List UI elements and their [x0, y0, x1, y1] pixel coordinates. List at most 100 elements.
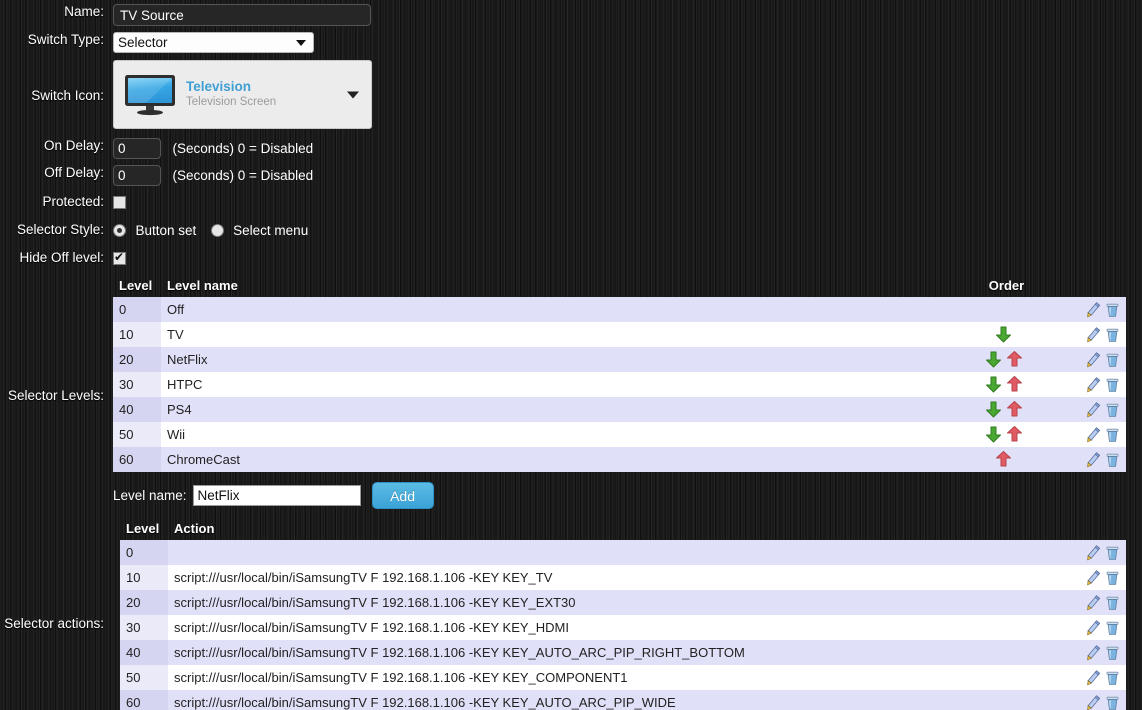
arrow-up-icon[interactable] [995, 451, 1012, 468]
pencil-icon[interactable] [1086, 452, 1101, 468]
pencil-icon[interactable] [1086, 670, 1101, 686]
levels-table-row: 50 Wii [113, 422, 1126, 447]
actions-table-row: 20 script:///usr/local/bin/iSamsungTV F 1… [120, 590, 1126, 615]
pencil-icon[interactable] [1086, 645, 1101, 661]
trash-icon[interactable] [1105, 327, 1120, 343]
pencil-icon[interactable] [1086, 352, 1101, 368]
action-row-actions [1058, 615, 1126, 640]
arrow-up-icon[interactable] [1006, 351, 1023, 368]
pencil-icon[interactable] [1086, 620, 1101, 636]
chevron-down-icon [347, 91, 359, 98]
pencil-icon[interactable] [1086, 327, 1101, 343]
pencil-icon[interactable] [1086, 427, 1101, 443]
pencil-icon[interactable] [1086, 377, 1101, 393]
trash-icon[interactable] [1105, 352, 1120, 368]
trash-icon[interactable] [1105, 695, 1120, 710]
action-level-value: 60 [120, 690, 168, 710]
trash-icon[interactable] [1105, 620, 1120, 636]
arrow-down-icon[interactable] [985, 426, 1002, 443]
level-value: 50 [113, 422, 161, 447]
level-order-controls [951, 422, 1056, 447]
level-order-controls [951, 447, 1056, 472]
switch-icon-picker[interactable]: Television Television Screen [113, 60, 372, 129]
actions-header-row: Level Action [120, 521, 1126, 540]
trash-icon[interactable] [1105, 452, 1120, 468]
action-row-actions [1058, 690, 1126, 710]
arrow-down-icon[interactable] [995, 326, 1012, 343]
actions-table: Level Action 0 10 script:///usr/local/bin/… [120, 521, 1126, 710]
actions-table-row: 10 script:///usr/local/bin/iSamsungTV F 1… [120, 565, 1126, 590]
name-input[interactable] [113, 4, 371, 26]
level-value: 40 [113, 397, 161, 422]
levels-header-order: Order [988, 278, 1025, 293]
level-order-controls [951, 347, 1056, 372]
trash-icon[interactable] [1105, 595, 1120, 611]
protected-label: Protected: [42, 194, 104, 209]
section-selector-actions: Selector actions: Level Action 0 10 script… [0, 509, 1142, 710]
section-selector-levels: Selector Levels: Level Level name Order … [0, 268, 1142, 509]
switch-icon-label: Switch Icon: [31, 88, 104, 103]
trash-icon[interactable] [1105, 402, 1120, 418]
action-command: script:///usr/local/bin/iSamsungTV F 192… [168, 690, 1058, 710]
pencil-icon[interactable] [1086, 302, 1101, 318]
add-level-row: Level name: Add [113, 482, 1142, 509]
arrow-up-icon[interactable] [1006, 426, 1023, 443]
arrow-down-icon[interactable] [985, 376, 1002, 393]
levels-table-row: 30 HTPC [113, 372, 1126, 397]
action-command: script:///usr/local/bin/iSamsungTV F 192… [168, 665, 1058, 690]
chevron-down-icon [296, 39, 306, 46]
trash-icon[interactable] [1105, 302, 1120, 318]
level-row-actions [1056, 322, 1126, 347]
action-level-value: 30 [120, 615, 168, 640]
add-level-input[interactable] [192, 485, 361, 506]
selector-actions-label: Selector actions: [4, 616, 104, 631]
pencil-icon[interactable] [1086, 595, 1101, 611]
off-delay-input[interactable] [113, 165, 161, 186]
trash-icon[interactable] [1105, 377, 1120, 393]
arrow-down-icon[interactable] [985, 351, 1002, 368]
radio-button-set[interactable] [113, 224, 126, 238]
icon-texts: Television Television Screen [186, 79, 276, 110]
field-row-name: Name: [0, 0, 1142, 26]
switch-type-select[interactable]: Selector [113, 32, 314, 53]
trash-icon[interactable] [1105, 545, 1120, 561]
add-level-button[interactable]: Add [371, 482, 434, 509]
actions-table-row: 60 script:///usr/local/bin/iSamsungTV F 1… [120, 690, 1126, 710]
levels-header-row: Level Level name Order [113, 278, 1126, 297]
pencil-icon[interactable] [1086, 570, 1101, 586]
add-level-caption: Level name: [113, 488, 187, 503]
trash-icon[interactable] [1105, 427, 1120, 443]
pencil-icon[interactable] [1086, 545, 1101, 561]
levels-header-level: Level [119, 278, 153, 293]
arrow-up-icon[interactable] [1006, 401, 1023, 418]
level-value: 10 [113, 322, 161, 347]
hide-off-level-checkbox[interactable] [113, 250, 126, 266]
trash-icon[interactable] [1105, 645, 1120, 661]
radio-select-menu[interactable] [210, 224, 224, 238]
level-order-controls [951, 297, 1056, 322]
trash-icon[interactable] [1105, 570, 1120, 586]
level-row-actions [1056, 447, 1126, 472]
action-level-value: 50 [120, 665, 168, 690]
on-delay-input[interactable] [113, 138, 161, 159]
protected-checkbox[interactable] [113, 196, 126, 210]
field-row-off-delay: Off Delay: (Seconds) 0 = Disabled [0, 159, 1142, 186]
hide-off-level-label: Hide Off level: [19, 250, 104, 265]
actions-table-row: 0 [120, 540, 1126, 565]
name-label: Name: [64, 4, 104, 19]
switch-type-label: Switch Type: [27, 32, 104, 47]
actions-table-row: 50 script:///usr/local/bin/iSamsungTV F 1… [120, 665, 1126, 690]
arrow-down-icon[interactable] [985, 401, 1002, 418]
trash-icon[interactable] [1105, 670, 1120, 686]
level-order-controls [951, 322, 1056, 347]
arrow-up-icon[interactable] [1006, 376, 1023, 393]
pencil-icon[interactable] [1086, 695, 1101, 710]
on-delay-label: On Delay: [43, 138, 104, 153]
levels-header-name: Level name [167, 278, 238, 293]
radio-button-set-label: Button set [135, 223, 197, 239]
level-row-actions [1056, 397, 1126, 422]
level-order-controls [951, 397, 1056, 422]
level-row-actions [1056, 422, 1126, 447]
pencil-icon[interactable] [1086, 402, 1101, 418]
level-value: 30 [113, 372, 161, 397]
